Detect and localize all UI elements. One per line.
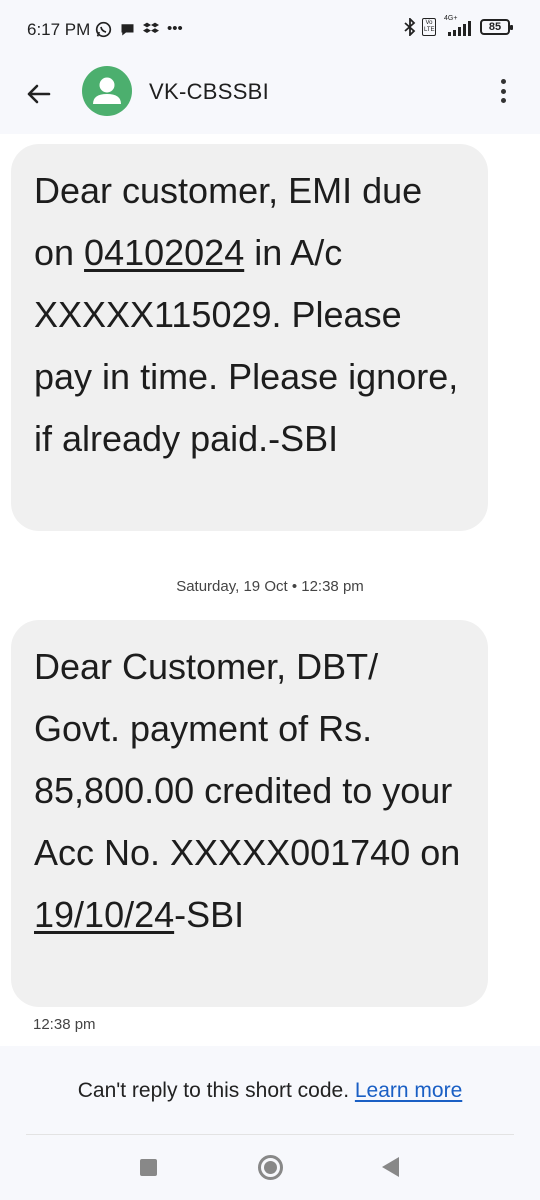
- bluetooth-icon: [404, 18, 416, 36]
- home-button[interactable]: [258, 1155, 283, 1180]
- reply-bar: Can't reply to this short code. Learn mo…: [0, 1046, 540, 1134]
- message-list[interactable]: Dear customer, EMI due on 04102024 in A/…: [0, 134, 540, 1046]
- date-separator: Saturday, 19 Oct • 12:38 pm: [176, 578, 364, 595]
- person-icon: [93, 77, 121, 104]
- conversation-header: VK-CBSSBI: [0, 60, 540, 134]
- dropbox-icon: [143, 22, 159, 33]
- reply-notice-text: Can't reply to this short code.: [77, 1079, 355, 1102]
- back-button[interactable]: [22, 77, 56, 111]
- learn-more-link[interactable]: Learn more: [355, 1079, 462, 1102]
- status-time: 6:17 PM: [27, 20, 91, 39]
- system-navigation-bar: [0, 1135, 540, 1200]
- network-type: 4G+: [444, 15, 458, 22]
- date-link[interactable]: 04102024: [84, 232, 244, 273]
- more-vert-icon: [500, 79, 506, 84]
- mobile-signal-icon: 4G+: [442, 15, 474, 36]
- message-bubble[interactable]: Dear customer, EMI due on 04102024 in A/…: [11, 144, 488, 531]
- arrow-back-icon: [27, 84, 51, 104]
- status-bar: 6:17 PM ••• Vo LTE 4G+ 85: [0, 0, 540, 60]
- whatsapp-icon: [95, 21, 112, 37]
- chat-bubble-icon: [121, 23, 134, 35]
- recents-button[interactable]: [140, 1159, 157, 1176]
- date-link[interactable]: 19/10/24: [34, 894, 174, 935]
- volte-icon: Vo LTE: [422, 18, 436, 36]
- message-text: -SBI: [174, 894, 245, 935]
- battery-level: 85: [488, 21, 502, 33]
- battery-icon: 85: [480, 19, 513, 35]
- avatar[interactable]: [82, 66, 132, 116]
- message-bubble[interactable]: Dear Customer, DBT/ Govt. payment of Rs.…: [11, 620, 488, 1007]
- status-notification-icons: •••: [95, 19, 183, 39]
- status-system-icons: Vo LTE 4G+ 85: [404, 15, 513, 36]
- reply-disabled-notice: Can't reply to this short code. Learn mo…: [0, 1079, 540, 1103]
- more-options-button[interactable]: [496, 76, 510, 106]
- message-text: Dear Customer, DBT/ Govt. payment of Rs.…: [34, 646, 461, 873]
- system-back-button[interactable]: [382, 1157, 399, 1177]
- contact-name: VK-CBSSBI: [149, 79, 270, 104]
- message-timestamp: 12:38 pm: [33, 1016, 96, 1033]
- overflow-dots: •••: [167, 20, 183, 37]
